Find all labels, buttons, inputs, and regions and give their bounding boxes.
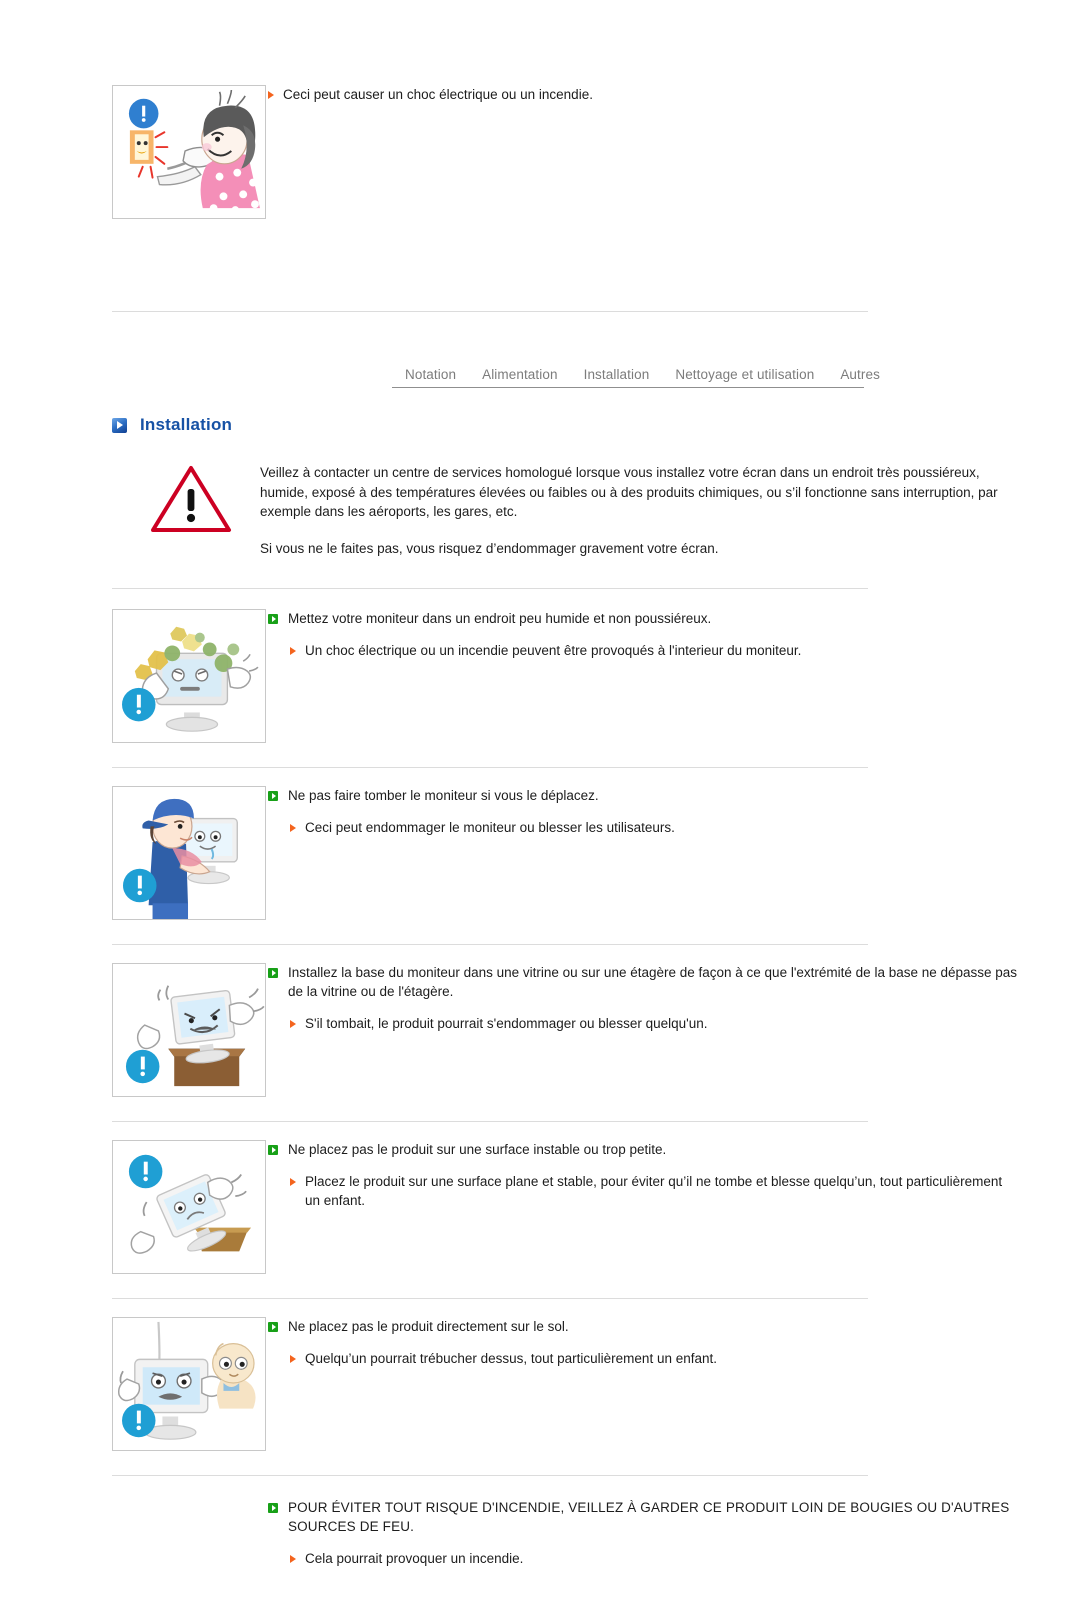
item-illustration-cell [112, 963, 268, 1097]
tab-bar[interactable]: Notation Alimentation Installation Netto… [392, 367, 880, 388]
item-text-cell: Ne placez pas le produit sur une surface… [268, 1140, 1080, 1210]
item-row: Ne placez pas le produit sur une surface… [0, 1140, 1080, 1274]
item-main-text: Mettez votre moniteur dans un endroit pe… [288, 611, 712, 626]
separator-4 [112, 1121, 868, 1122]
woman-unplugging-sparking-outlet-illustration [112, 85, 266, 219]
footer-note-text-cell: POUR ÉVITER TOUT RISQUE D'INCENDIE, VEIL… [268, 1498, 1080, 1568]
warning-triangle-icon [151, 466, 231, 532]
green-square-icon [268, 1503, 278, 1513]
item-main-bullet: Installez la base du moniteur dans une v… [268, 963, 1020, 1001]
footer-sub-text: Cela pourrait provoquer un incendie. [305, 1551, 524, 1566]
item-illustration-cell [112, 1140, 268, 1274]
item-main-text: Ne placez pas le produit directement sur… [288, 1319, 569, 1334]
separator-top [112, 311, 868, 312]
orange-triangle-icon [290, 1355, 296, 1363]
orange-triangle-icon [290, 824, 296, 832]
item-illustration-cell [112, 786, 268, 920]
orange-triangle-icon [290, 1020, 296, 1028]
warning-row: Veillez à contacter un centre de service… [0, 463, 1080, 558]
item-main-text: Ne pas faire tomber le moniteur si vous … [288, 788, 599, 803]
item-row: Ne pas faire tomber le moniteur si vous … [0, 786, 1080, 920]
green-square-icon [268, 1145, 278, 1155]
person-carrying-monitor-illustration [112, 786, 266, 920]
item-sub-text: Placez le produit sur une surface plane … [305, 1174, 1003, 1208]
item-sub-text: S'il tombait, le produit pourrait s'endo… [305, 1016, 708, 1031]
green-square-icon [268, 1322, 278, 1332]
item-text-cell: Installez la base du moniteur dans une v… [268, 963, 1080, 1033]
green-square-icon [268, 614, 278, 624]
item-illustration-cell [112, 1317, 268, 1451]
monitor-on-floor-with-child-illustration [112, 1317, 266, 1451]
section-heading: Installation [112, 415, 1080, 435]
top-note-row: Ceci peut causer un choc électrique ou u… [0, 85, 1080, 219]
tab-notation[interactable]: Notation [392, 367, 469, 382]
monitor-with-dust-particles-illustration [112, 609, 266, 743]
item-sub-bullet: S'il tombait, le produit pourrait s'endo… [290, 1014, 1020, 1033]
footer-main-text: POUR ÉVITER TOUT RISQUE D'INCENDIE, VEIL… [288, 1500, 1010, 1534]
item-sub-bullet: Placez le produit sur une surface plane … [290, 1172, 1020, 1210]
orange-triangle-icon [290, 1555, 296, 1563]
separator-6 [112, 1475, 868, 1476]
item-text-cell: Ne placez pas le produit directement sur… [268, 1317, 1080, 1368]
footer-main-bullet: POUR ÉVITER TOUT RISQUE D'INCENDIE, VEIL… [268, 1498, 1010, 1536]
orange-triangle-icon [290, 1178, 296, 1186]
item-main-bullet: Ne placez pas le produit sur une surface… [268, 1140, 1020, 1159]
warning-icon-cell [150, 463, 260, 540]
item-main-text: Ne placez pas le produit sur une surface… [288, 1142, 667, 1157]
item-row: Ne placez pas le produit directement sur… [0, 1317, 1080, 1451]
page-title: Installation [140, 415, 233, 434]
item-illustration-cell [112, 609, 268, 743]
warning-paragraph-2: Si vous ne le faites pas, vous risquez d… [260, 540, 719, 556]
item-text-cell: Mettez votre moniteur dans un endroit pe… [268, 609, 1080, 660]
top-note-illustration-cell [112, 85, 268, 219]
top-note-bullet-text: Ceci peut causer un choc électrique ou u… [283, 87, 593, 102]
green-square-icon [268, 791, 278, 801]
separator-3 [112, 944, 868, 945]
item-sub-bullet: Quelqu’un pourrait trébucher dessus, tou… [290, 1349, 1020, 1368]
item-sub-text: Quelqu’un pourrait trébucher dessus, tou… [305, 1351, 717, 1366]
item-row: Installez la base du moniteur dans une v… [0, 963, 1080, 1097]
item-sub-bullet: Ceci peut endommager le moniteur ou bles… [290, 818, 1020, 837]
warning-text-cell: Veillez à contacter un centre de service… [260, 463, 1080, 558]
item-text-cell: Ne pas faire tomber le moniteur si vous … [268, 786, 1080, 837]
monitor-on-edge-of-shelf-illustration [112, 963, 266, 1097]
item-main-bullet: Ne placez pas le produit directement sur… [268, 1317, 1020, 1336]
item-sub-text: Un choc électrique ou un incendie peuven… [305, 643, 802, 658]
monitor-tipping-off-small-surface-illustration [112, 1140, 266, 1274]
item-main-bullet: Ne pas faire tomber le moniteur si vous … [268, 786, 1020, 805]
blue-arrow-icon [112, 417, 127, 433]
green-square-icon [268, 968, 278, 978]
orange-triangle-icon [268, 91, 274, 99]
tab-alimentation[interactable]: Alimentation [469, 367, 571, 382]
tab-autres[interactable]: Autres [827, 367, 893, 382]
warning-paragraph-1: Veillez à contacter un centre de service… [260, 465, 998, 519]
orange-triangle-icon [290, 647, 296, 655]
separator-5 [112, 1298, 868, 1299]
item-sub-text: Ceci peut endommager le moniteur ou bles… [305, 820, 675, 835]
tab-nettoyage-et-utilisation[interactable]: Nettoyage et utilisation [662, 367, 827, 382]
separator-1 [112, 588, 868, 589]
item-main-text: Installez la base du moniteur dans une v… [288, 965, 1018, 999]
top-note-bullet: Ceci peut causer un choc électrique ou u… [268, 85, 1020, 104]
tab-installation[interactable]: Installation [571, 367, 663, 382]
item-row: Mettez votre moniteur dans un endroit pe… [0, 609, 1080, 743]
footer-sub-bullet: Cela pourrait provoquer un incendie. [290, 1549, 1010, 1568]
separator-2 [112, 767, 868, 768]
top-note-text-cell: Ceci peut causer un choc électrique ou u… [268, 85, 1080, 104]
item-sub-bullet: Un choc électrique ou un incendie peuven… [290, 641, 1020, 660]
footer-note-row: POUR ÉVITER TOUT RISQUE D'INCENDIE, VEIL… [0, 1498, 1080, 1568]
item-main-bullet: Mettez votre moniteur dans un endroit pe… [268, 609, 1020, 628]
manual-page: Ceci peut causer un choc électrique ou u… [0, 85, 1080, 1613]
